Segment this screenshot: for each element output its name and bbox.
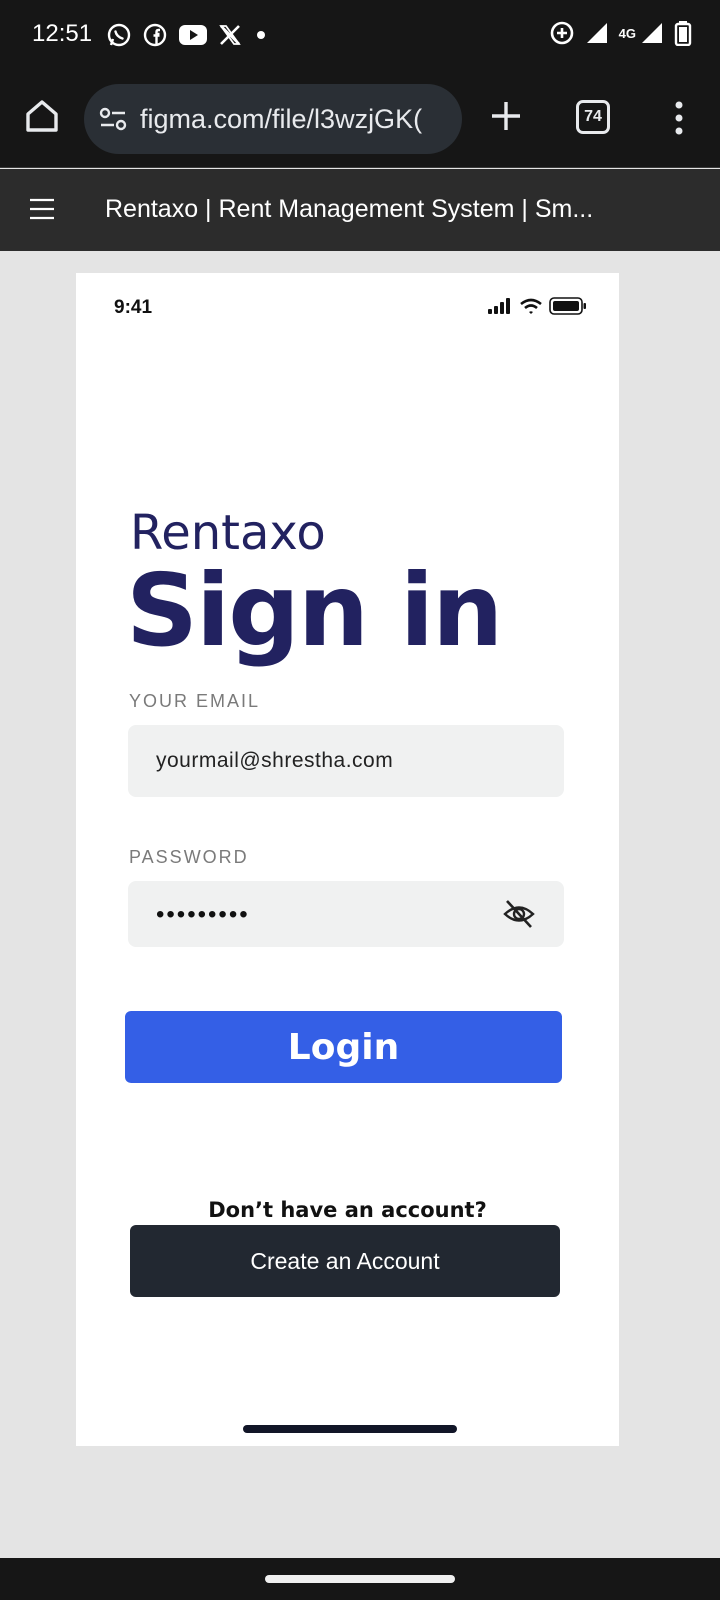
signal-icon bbox=[586, 23, 607, 43]
url-text: figma.com/file/l3wzjGK( bbox=[140, 104, 423, 134]
system-status-bar: 12:51 4G bbox=[0, 0, 720, 70]
address-bar[interactable]: figma.com/file/l3wzjGK( bbox=[84, 84, 462, 154]
network-type-label: 4G bbox=[618, 25, 636, 41]
x-icon bbox=[219, 25, 241, 45]
file-title: Rentaxo | Rent Management System | Sm... bbox=[105, 195, 594, 223]
create-account-button[interactable]: Create an Account bbox=[130, 1225, 560, 1297]
prototype-frame: 9:41 Rentaxo Sign in YOUR EMAIL PASSWORD… bbox=[76, 273, 619, 1446]
figma-header: Rentaxo | Rent Management System | Sm... bbox=[0, 169, 720, 251]
mock-status-time: 9:41 bbox=[114, 297, 153, 318]
4g-signal-icon bbox=[642, 23, 662, 43]
data-saver-icon bbox=[550, 21, 573, 45]
hide-password-icon[interactable] bbox=[502, 897, 536, 931]
no-account-text: Don’t have an account? bbox=[208, 1198, 487, 1222]
mock-battery-icon bbox=[549, 297, 586, 315]
wifi-icon bbox=[520, 298, 542, 314]
more-options-icon[interactable] bbox=[664, 98, 694, 138]
status-indicators: 4G bbox=[549, 20, 692, 46]
gesture-handle[interactable] bbox=[265, 1575, 455, 1583]
site-settings-icon[interactable] bbox=[98, 105, 128, 133]
facebook-icon bbox=[143, 23, 167, 47]
password-label: PASSWORD bbox=[129, 847, 249, 867]
hamburger-menu-icon[interactable] bbox=[28, 197, 56, 221]
email-field[interactable] bbox=[128, 725, 564, 797]
dot-icon bbox=[257, 31, 265, 39]
home-icon[interactable] bbox=[22, 96, 62, 136]
email-label: YOUR EMAIL bbox=[129, 691, 261, 711]
password-value: ••••••••• bbox=[156, 901, 250, 928]
battery-icon bbox=[674, 21, 692, 46]
page-title: Sign in bbox=[126, 552, 503, 669]
youtube-icon bbox=[179, 25, 207, 45]
tab-switcher-button[interactable]: 74 bbox=[576, 100, 610, 134]
system-navigation-bar bbox=[0, 1558, 720, 1600]
login-button[interactable]: Login bbox=[125, 1011, 562, 1083]
system-time: 12:51 bbox=[32, 20, 93, 47]
whatsapp-icon bbox=[107, 23, 131, 47]
password-field[interactable]: ••••••••• bbox=[128, 881, 564, 947]
new-tab-icon[interactable] bbox=[488, 98, 524, 134]
cellular-bars-icon bbox=[488, 298, 510, 314]
mock-status-icons bbox=[487, 297, 587, 315]
browser-toolbar: figma.com/file/l3wzjGK( 74 bbox=[0, 70, 720, 168]
notification-icons bbox=[106, 22, 270, 48]
mock-home-indicator bbox=[243, 1425, 457, 1433]
